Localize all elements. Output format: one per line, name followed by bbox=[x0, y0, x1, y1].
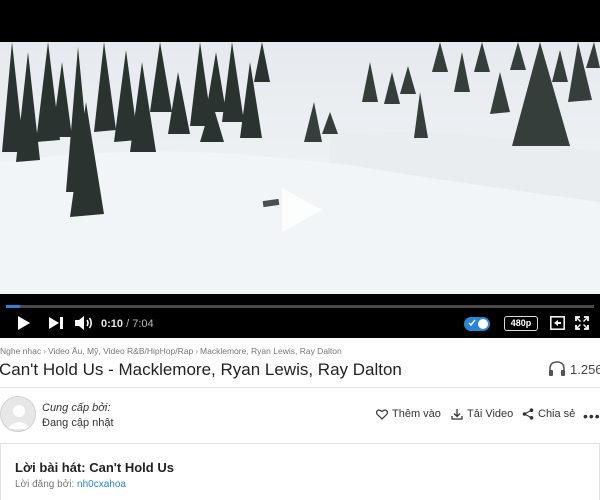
headphones-icon bbox=[549, 361, 565, 376]
next-icon[interactable] bbox=[49, 317, 64, 329]
lyrics-author-link[interactable]: nh0cxahoa bbox=[77, 479, 126, 490]
divider bbox=[0, 387, 600, 388]
heart-icon bbox=[376, 408, 388, 420]
add-to-label: Thêm vào bbox=[392, 408, 441, 420]
listen-count-value: 1.256 bbox=[570, 361, 600, 377]
time-display: 0:10 / 7:04 bbox=[101, 318, 154, 330]
time-separator: / bbox=[123, 318, 133, 330]
current-time: 0:10 bbox=[101, 318, 124, 330]
download-video-label: Tải Video bbox=[467, 408, 514, 420]
share-label: Chia sẻ bbox=[538, 408, 576, 420]
more-options-button[interactable]: ••• bbox=[583, 408, 600, 424]
song-title: Can't Hold Us - Macklemore, Ryan Lewis, … bbox=[0, 360, 402, 379]
download-icon bbox=[451, 409, 463, 420]
toggle-knob bbox=[478, 319, 488, 329]
fullscreen-icon[interactable] bbox=[575, 316, 589, 330]
avatar[interactable] bbox=[0, 396, 36, 432]
breadcrumb-item[interactable]: Macklemore, Ryan Lewis, Ray Dalton bbox=[200, 346, 342, 356]
progress-bar[interactable] bbox=[6, 305, 594, 308]
volume-icon[interactable] bbox=[75, 315, 95, 331]
user-avatar-icon bbox=[7, 405, 31, 429]
captions-icon[interactable] bbox=[550, 316, 565, 330]
check-icon bbox=[468, 319, 476, 327]
breadcrumb-item[interactable]: Nghe nhạc bbox=[0, 346, 41, 356]
share-icon bbox=[522, 408, 534, 420]
lyrics-section: Lời bài hát: Can't Hold Us Lời đăng bởi:… bbox=[0, 443, 600, 500]
download-video-button[interactable]: Tải Video bbox=[451, 408, 513, 420]
player-controls: 0:10 / 7:04 480p bbox=[0, 294, 600, 338]
quality-button[interactable]: 480p bbox=[504, 316, 538, 331]
breadcrumb-separator: › bbox=[195, 346, 199, 356]
video-player: 0:10 / 7:04 480p bbox=[0, 0, 600, 338]
lyrics-title: Lời bài hát: Can't Hold Us bbox=[15, 460, 174, 475]
video-frame[interactable] bbox=[0, 42, 600, 294]
progress-fill bbox=[6, 305, 21, 308]
autoplay-toggle[interactable] bbox=[464, 317, 490, 331]
breadcrumb-separator: › bbox=[43, 346, 46, 356]
share-button[interactable]: Chia sẻ bbox=[522, 408, 575, 420]
lyrics-author: Lời đăng bởi: nh0cxahoa bbox=[15, 479, 126, 490]
breadcrumb-item[interactable]: Video Âu, Mỹ, Video R&B/HipHop/Rap bbox=[48, 346, 193, 356]
listen-count: 1.256 bbox=[548, 361, 600, 377]
provider-label: Cung cấp bởi: bbox=[42, 402, 111, 414]
duration: 7:04 bbox=[132, 318, 154, 330]
provider-value: Đang cập nhật bbox=[42, 417, 114, 429]
big-play-icon[interactable] bbox=[278, 186, 324, 234]
breadcrumb: Nghe nhạc › Video Âu, Mỹ, Video R&B/HipHop… bbox=[0, 346, 342, 356]
play-icon[interactable] bbox=[17, 315, 31, 331]
add-to-button[interactable]: Thêm vào bbox=[376, 408, 441, 420]
lyrics-author-label: Lời đăng bởi: bbox=[15, 479, 75, 490]
video-snow-scene bbox=[0, 42, 600, 294]
